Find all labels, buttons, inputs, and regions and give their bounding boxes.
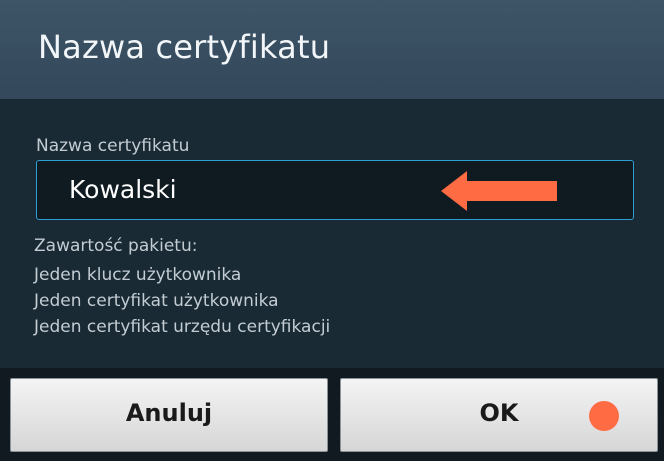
package-item-user-key: Jeden klucz użytkownika bbox=[34, 265, 242, 285]
package-contents-header: Zawartość pakietu: bbox=[34, 236, 198, 256]
package-item-ca-certificate: Jeden certyfikat urzędu certyfikacji bbox=[34, 317, 331, 337]
circle-marker-icon bbox=[589, 401, 619, 431]
cancel-button-label: Anuluj bbox=[125, 399, 213, 427]
arrow-left-icon bbox=[441, 171, 557, 211]
certificate-name-label: Nazwa certyfikatu bbox=[36, 136, 190, 156]
package-item-user-certificate: Jeden certyfikat użytkownika bbox=[34, 291, 279, 311]
ok-button[interactable]: OK bbox=[340, 378, 658, 452]
certificate-name-dialog: Nazwa certyfikatu Nazwa certyfikatu Kowa… bbox=[0, 0, 664, 461]
dialog-button-bar: Anuluj OK bbox=[0, 368, 664, 461]
dialog-title: Nazwa certyfikatu bbox=[38, 28, 331, 66]
certificate-name-input[interactable]: Kowalski bbox=[36, 160, 634, 220]
cancel-button[interactable]: Anuluj bbox=[10, 378, 328, 452]
dialog-content: Nazwa certyfikatu Kowalski Zawartość pak… bbox=[0, 100, 664, 368]
dialog-title-bar: Nazwa certyfikatu bbox=[0, 0, 664, 100]
certificate-name-value[interactable]: Kowalski bbox=[69, 175, 177, 204]
